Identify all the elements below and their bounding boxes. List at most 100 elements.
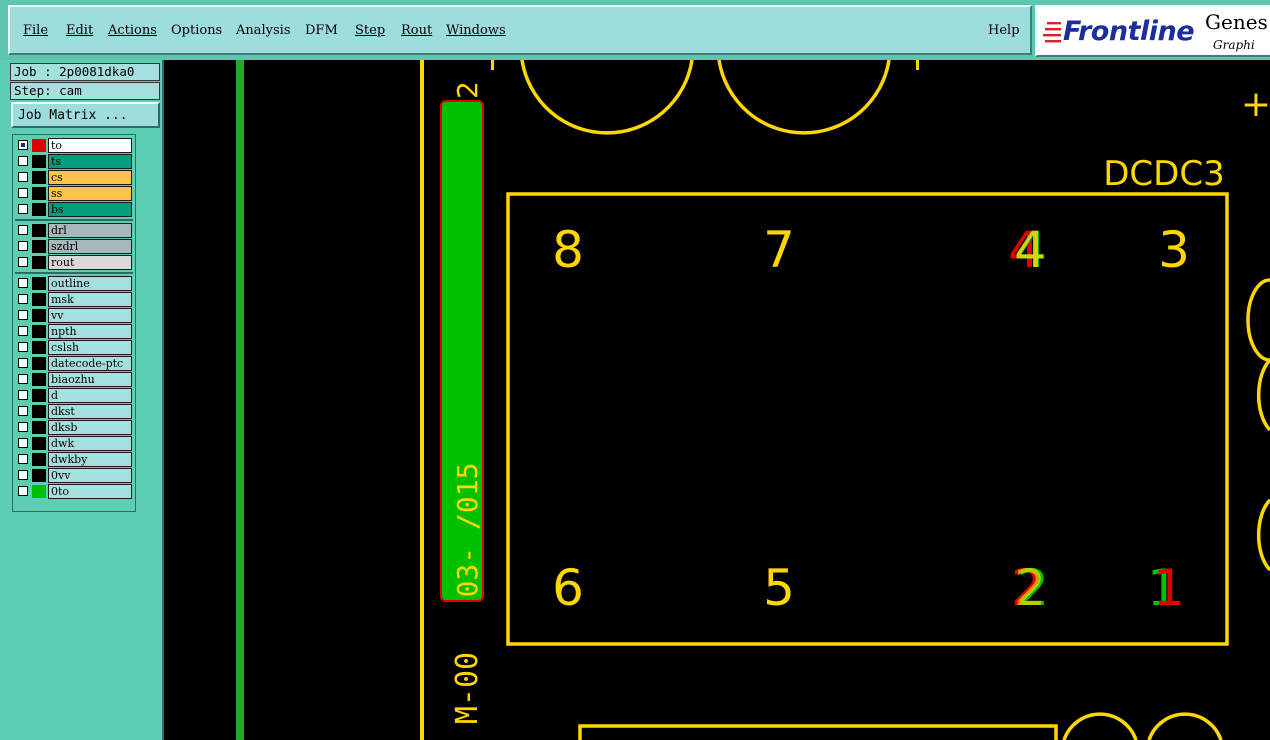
layer-color-swatch[interactable] — [32, 256, 46, 269]
layer-color-swatch[interactable] — [32, 405, 46, 418]
layer-color-swatch[interactable] — [32, 437, 46, 450]
layer-checkbox[interactable] — [18, 326, 28, 336]
layer-name[interactable]: ss — [48, 186, 132, 201]
layer-row-bs[interactable]: bs — [15, 202, 133, 217]
menu-dfm[interactable]: DFM — [305, 23, 338, 38]
layer-color-swatch[interactable] — [32, 293, 46, 306]
menu-actions[interactable]: Actions — [108, 23, 157, 38]
layer-checkbox[interactable] — [18, 225, 28, 235]
job-matrix-button[interactable]: Job Matrix ... — [11, 102, 160, 128]
layer-name[interactable]: dkst — [48, 404, 132, 419]
layer-checkbox[interactable] — [18, 294, 28, 304]
layer-row-npth[interactable]: npth — [15, 324, 133, 339]
layer-name[interactable]: cslsh — [48, 340, 132, 355]
layer-color-swatch[interactable] — [32, 171, 46, 184]
layer-row-szdrl[interactable]: szdrl — [15, 239, 133, 254]
layer-checkbox[interactable] — [18, 406, 28, 416]
layer-checkbox[interactable] — [18, 188, 28, 198]
layer-checkbox[interactable] — [18, 156, 28, 166]
layer-name[interactable]: msk — [48, 292, 132, 307]
layer-row-dwkby[interactable]: dwkby — [15, 452, 133, 467]
menu-edit[interactable]: Edit — [66, 23, 93, 38]
layer-checkbox[interactable] — [18, 374, 28, 384]
layer-name[interactable]: ts — [48, 154, 132, 169]
layer-checkbox[interactable] — [18, 204, 28, 214]
menu-file[interactable]: File — [23, 23, 48, 38]
layer-checkbox[interactable] — [18, 470, 28, 480]
layer-row-outline[interactable]: outline — [15, 276, 133, 291]
layer-color-swatch[interactable] — [32, 224, 46, 237]
layer-color-swatch[interactable] — [32, 203, 46, 216]
layer-name[interactable]: datecode-ptc — [48, 356, 132, 371]
layer-name[interactable]: dksb — [48, 420, 132, 435]
layer-color-swatch[interactable] — [32, 187, 46, 200]
layer-row-0to[interactable]: 0to — [15, 484, 133, 499]
layer-checkbox[interactable] — [18, 438, 28, 448]
layer-name[interactable]: rout — [48, 255, 132, 270]
layer-color-swatch[interactable] — [32, 485, 46, 498]
layer-name[interactable]: vv — [48, 308, 132, 323]
layer-checkbox[interactable] — [18, 454, 28, 464]
layer-color-swatch[interactable] — [32, 325, 46, 338]
layer-name[interactable]: biaozhu — [48, 372, 132, 387]
layer-color-swatch[interactable] — [32, 277, 46, 290]
layer-name[interactable]: npth — [48, 324, 132, 339]
layer-name[interactable]: bs — [48, 202, 132, 217]
layer-name[interactable]: drl — [48, 223, 132, 238]
layer-color-swatch[interactable] — [32, 453, 46, 466]
layer-name[interactable]: outline — [48, 276, 132, 291]
layer-row-cs[interactable]: cs — [15, 170, 133, 185]
layer-checkbox[interactable] — [18, 486, 28, 496]
layer-row-dkst[interactable]: dkst — [15, 404, 133, 419]
layer-color-swatch[interactable] — [32, 139, 46, 152]
layer-color-swatch[interactable] — [32, 373, 46, 386]
layer-row-0vv[interactable]: 0vv — [15, 468, 133, 483]
layer-row-rout[interactable]: rout — [15, 255, 133, 270]
layer-checkbox[interactable] — [18, 422, 28, 432]
layer-checkbox[interactable] — [18, 390, 28, 400]
layer-row-msk[interactable]: msk — [15, 292, 133, 307]
layer-color-swatch[interactable] — [32, 421, 46, 434]
menu-rout[interactable]: Rout — [401, 23, 432, 38]
layer-row-cslsh[interactable]: cslsh — [15, 340, 133, 355]
layer-row-ss[interactable]: ss — [15, 186, 133, 201]
layer-row-dksb[interactable]: dksb — [15, 420, 133, 435]
layer-color-swatch[interactable] — [32, 469, 46, 482]
layer-row-dwk[interactable]: dwk — [15, 436, 133, 451]
layer-color-swatch[interactable] — [32, 155, 46, 168]
layer-name[interactable]: d — [48, 388, 132, 403]
layer-color-swatch[interactable] — [32, 341, 46, 354]
layer-row-datecode-ptc[interactable]: datecode-ptc — [15, 356, 133, 371]
layer-color-swatch[interactable] — [32, 309, 46, 322]
layer-name[interactable]: to — [48, 138, 132, 153]
layer-name[interactable]: dwkby — [48, 452, 132, 467]
menu-step[interactable]: Step — [355, 23, 385, 38]
layer-checkbox[interactable] — [18, 257, 28, 267]
menu-windows[interactable]: Windows — [446, 23, 506, 38]
layer-row-vv[interactable]: vv — [15, 308, 133, 323]
layer-checkbox[interactable] — [18, 172, 28, 182]
layer-checkbox[interactable] — [18, 140, 28, 150]
layer-checkbox[interactable] — [18, 342, 28, 352]
layer-color-swatch[interactable] — [32, 357, 46, 370]
graphics-canvas[interactable]: 2 + 03- /015 M-00 DCDC3 8 7 4 4 4 3 6 5 … — [164, 60, 1270, 740]
layer-color-swatch[interactable] — [32, 240, 46, 253]
menu-help[interactable]: Help — [988, 23, 1020, 38]
layer-checkbox[interactable] — [18, 278, 28, 288]
layer-color-swatch[interactable] — [32, 389, 46, 402]
layer-name[interactable]: 0vv — [48, 468, 132, 483]
layer-row-to[interactable]: to — [15, 138, 133, 153]
layer-name[interactable]: cs — [48, 170, 132, 185]
layer-row-drl[interactable]: drl — [15, 223, 133, 238]
layer-row-ts[interactable]: ts — [15, 154, 133, 169]
layer-checkbox[interactable] — [18, 310, 28, 320]
layer-checkbox[interactable] — [18, 241, 28, 251]
layer-name[interactable]: szdrl — [48, 239, 132, 254]
layer-name[interactable]: 0to — [48, 484, 132, 499]
layer-name[interactable]: dwk — [48, 436, 132, 451]
layer-checkbox[interactable] — [18, 358, 28, 368]
menu-options[interactable]: Options — [171, 23, 222, 38]
menu-analysis[interactable]: Analysis — [236, 23, 291, 38]
layer-row-d[interactable]: d — [15, 388, 133, 403]
layer-row-biaozhu[interactable]: biaozhu — [15, 372, 133, 387]
